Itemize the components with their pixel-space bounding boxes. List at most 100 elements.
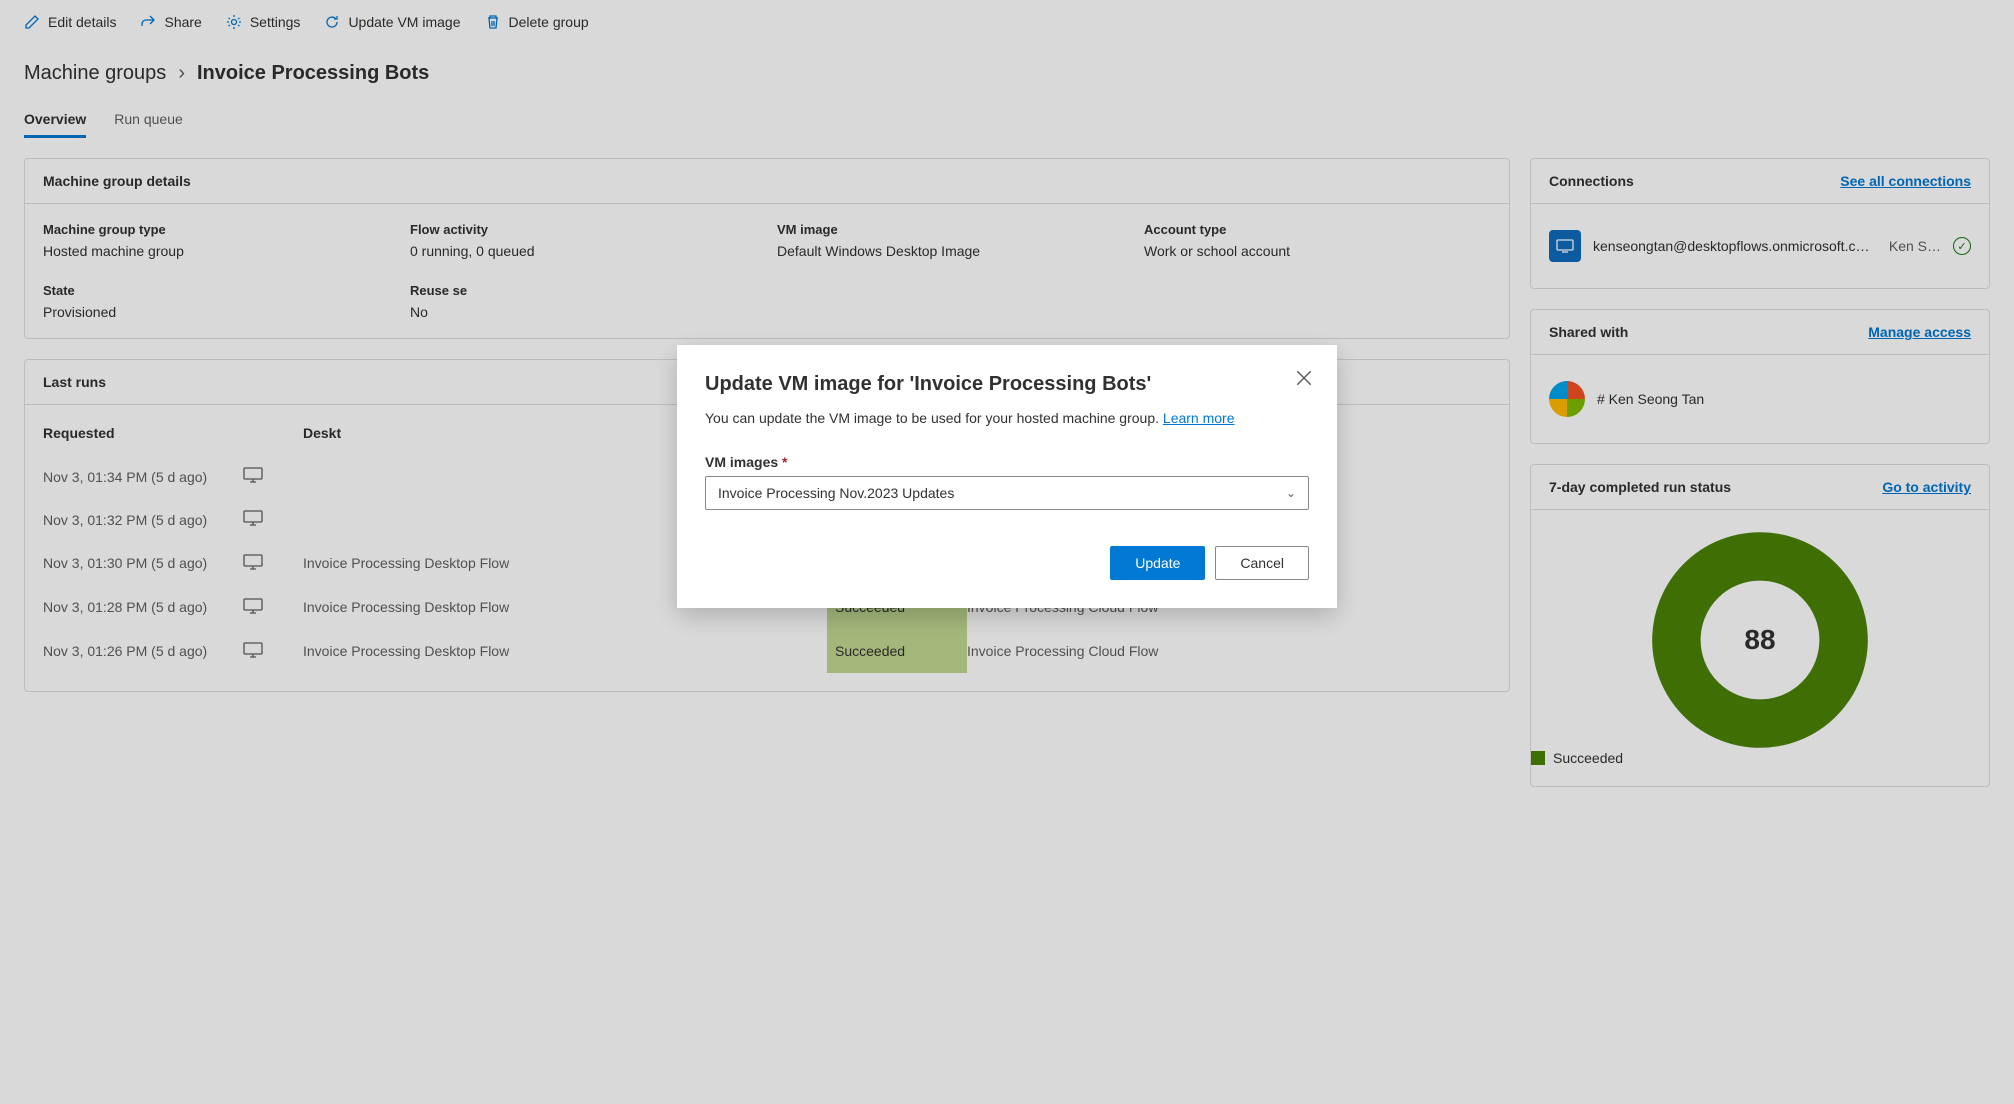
chevron-right-icon: › xyxy=(178,62,185,85)
toolbar-label: Delete group xyxy=(509,14,589,30)
shared-with-title: Shared with xyxy=(1549,324,1628,340)
desktop-flow-name: Invoice Processing Desktop Flow xyxy=(303,643,827,659)
legend-item: Succeeded xyxy=(1531,750,1623,766)
detail-label: State xyxy=(43,283,390,298)
chevron-down-icon: ⌄ xyxy=(1286,486,1296,500)
desktop-icon xyxy=(243,642,263,658)
breadcrumb: Machine groups › Invoice Processing Bots xyxy=(0,44,2014,93)
cloud-flow-name: Invoice Processing Cloud Flow xyxy=(967,643,1491,659)
settings-button[interactable]: Settings xyxy=(226,14,301,30)
vm-images-select[interactable]: Invoice Processing Nov.2023 Updates ⌄ xyxy=(705,476,1309,510)
avatar xyxy=(1549,381,1585,417)
run-time: Nov 3, 01:28 PM (5 d ago) xyxy=(43,599,243,615)
legend-swatch-icon xyxy=(1531,751,1545,765)
desktop-icon xyxy=(243,510,263,526)
detail-label: Reuse se xyxy=(410,283,757,298)
card-header: Connections See all connections xyxy=(1531,159,1989,204)
detail-value: Provisioned xyxy=(43,304,390,320)
update-vm-image-dialog: Update VM image for 'Invoice Processing … xyxy=(677,345,1337,608)
detail-item: Machine group type Hosted machine group xyxy=(43,222,390,259)
detail-label: Account type xyxy=(1144,222,1491,237)
refresh-icon xyxy=(324,14,340,30)
shared-with-card: Shared with Manage access # Ken Seong Ta… xyxy=(1530,309,1990,444)
update-button[interactable]: Update xyxy=(1110,546,1205,580)
detail-item: Reuse se No xyxy=(410,283,757,320)
trash-icon xyxy=(485,14,501,30)
toolbar-label: Update VM image xyxy=(348,14,460,30)
tab-overview[interactable]: Overview xyxy=(24,111,86,138)
gear-icon xyxy=(226,14,242,30)
toolbar-label: Share xyxy=(164,14,201,30)
connections-card: Connections See all connections kenseong… xyxy=(1530,158,1990,289)
update-vm-image-button[interactable]: Update VM image xyxy=(324,14,460,30)
run-time: Nov 3, 01:26 PM (5 d ago) xyxy=(43,643,243,659)
pencil-icon xyxy=(24,14,40,30)
detail-item: Account type Work or school account xyxy=(1144,222,1491,259)
connection-user-short: Ken S… xyxy=(1889,238,1941,254)
dialog-description: You can update the VM image to be used f… xyxy=(705,410,1309,426)
run-status: Succeeded xyxy=(827,629,967,673)
connections-title: Connections xyxy=(1549,173,1634,189)
detail-label: Machine group type xyxy=(43,222,390,237)
dialog-actions: Update Cancel xyxy=(705,546,1309,580)
cancel-button[interactable]: Cancel xyxy=(1215,546,1309,580)
select-value: Invoice Processing Nov.2023 Updates xyxy=(718,485,954,501)
check-circle-icon: ✓ xyxy=(1953,237,1971,255)
machine-icon-cell xyxy=(243,554,303,573)
run-time: Nov 3, 01:32 PM (5 d ago) xyxy=(43,512,243,528)
machine-group-details-card: Machine group details Machine group type… xyxy=(24,158,1510,339)
share-icon xyxy=(140,14,156,30)
required-asterisk: * xyxy=(782,454,787,470)
shared-user-name: # Ken Seong Tan xyxy=(1597,391,1704,407)
desktop-icon xyxy=(243,554,263,570)
legend-label: Succeeded xyxy=(1553,750,1623,766)
toolbar-label: Settings xyxy=(250,14,301,30)
chart-title: 7-day completed run status xyxy=(1549,479,1731,495)
right-column: Connections See all connections kenseong… xyxy=(1530,158,1990,787)
edit-details-button[interactable]: Edit details xyxy=(24,14,116,30)
machine-icon-cell xyxy=(243,510,303,529)
run-row[interactable]: Nov 3, 01:26 PM (5 d ago) Invoice Process… xyxy=(43,629,1491,673)
run-time: Nov 3, 01:30 PM (5 d ago) xyxy=(43,555,243,571)
detail-value: 0 running, 0 queued xyxy=(410,243,757,259)
close-button[interactable] xyxy=(1295,369,1313,387)
delete-group-button[interactable]: Delete group xyxy=(485,14,589,30)
see-all-connections-link[interactable]: See all connections xyxy=(1840,173,1971,189)
share-button[interactable]: Share xyxy=(140,14,201,30)
breadcrumb-current: Invoice Processing Bots xyxy=(197,62,429,85)
detail-value: Work or school account xyxy=(1144,243,1491,259)
detail-label: Flow activity xyxy=(410,222,757,237)
desktop-flow-icon xyxy=(1549,230,1581,262)
dialog-title: Update VM image for 'Invoice Processing … xyxy=(705,373,1309,396)
machine-icon-cell xyxy=(243,598,303,617)
field-label: VM images * xyxy=(705,454,1309,470)
detail-item: Flow activity 0 running, 0 queued xyxy=(410,222,757,259)
tab-run-queue[interactable]: Run queue xyxy=(114,111,183,138)
card-header: 7-day completed run status Go to activit… xyxy=(1531,465,1989,510)
detail-label: VM image xyxy=(777,222,1124,237)
machine-icon-cell xyxy=(243,642,303,661)
donut-chart: 88 xyxy=(1650,530,1870,750)
machine-icon-cell xyxy=(243,467,303,486)
detail-item: VM image Default Windows Desktop Image xyxy=(777,222,1124,259)
connection-email: kenseongtan@desktopflows.onmicrosoft.c… xyxy=(1593,238,1877,254)
desktop-icon xyxy=(243,598,263,614)
card-header: Machine group details xyxy=(25,159,1509,204)
column-requested: Requested xyxy=(43,425,243,441)
connection-row[interactable]: kenseongtan@desktopflows.onmicrosoft.c… … xyxy=(1549,222,1971,270)
go-to-activity-link[interactable]: Go to activity xyxy=(1882,479,1971,495)
manage-access-link[interactable]: Manage access xyxy=(1868,324,1971,340)
card-header: Shared with Manage access xyxy=(1531,310,1989,355)
run-time: Nov 3, 01:34 PM (5 d ago) xyxy=(43,469,243,485)
tab-bar: Overview Run queue xyxy=(0,93,2014,138)
details-grid: Machine group type Hosted machine group … xyxy=(43,222,1491,320)
toolbar-label: Edit details xyxy=(48,14,116,30)
run-status-chart-card: 7-day completed run status Go to activit… xyxy=(1530,464,1990,787)
breadcrumb-root[interactable]: Machine groups xyxy=(24,62,166,85)
shared-user-row[interactable]: # Ken Seong Tan xyxy=(1549,373,1971,425)
donut-center-value: 88 xyxy=(1650,530,1870,750)
detail-item: State Provisioned xyxy=(43,283,390,320)
desktop-icon xyxy=(243,467,263,483)
command-bar: Edit details Share Settings Update VM im… xyxy=(0,0,2014,44)
learn-more-link[interactable]: Learn more xyxy=(1163,410,1235,426)
